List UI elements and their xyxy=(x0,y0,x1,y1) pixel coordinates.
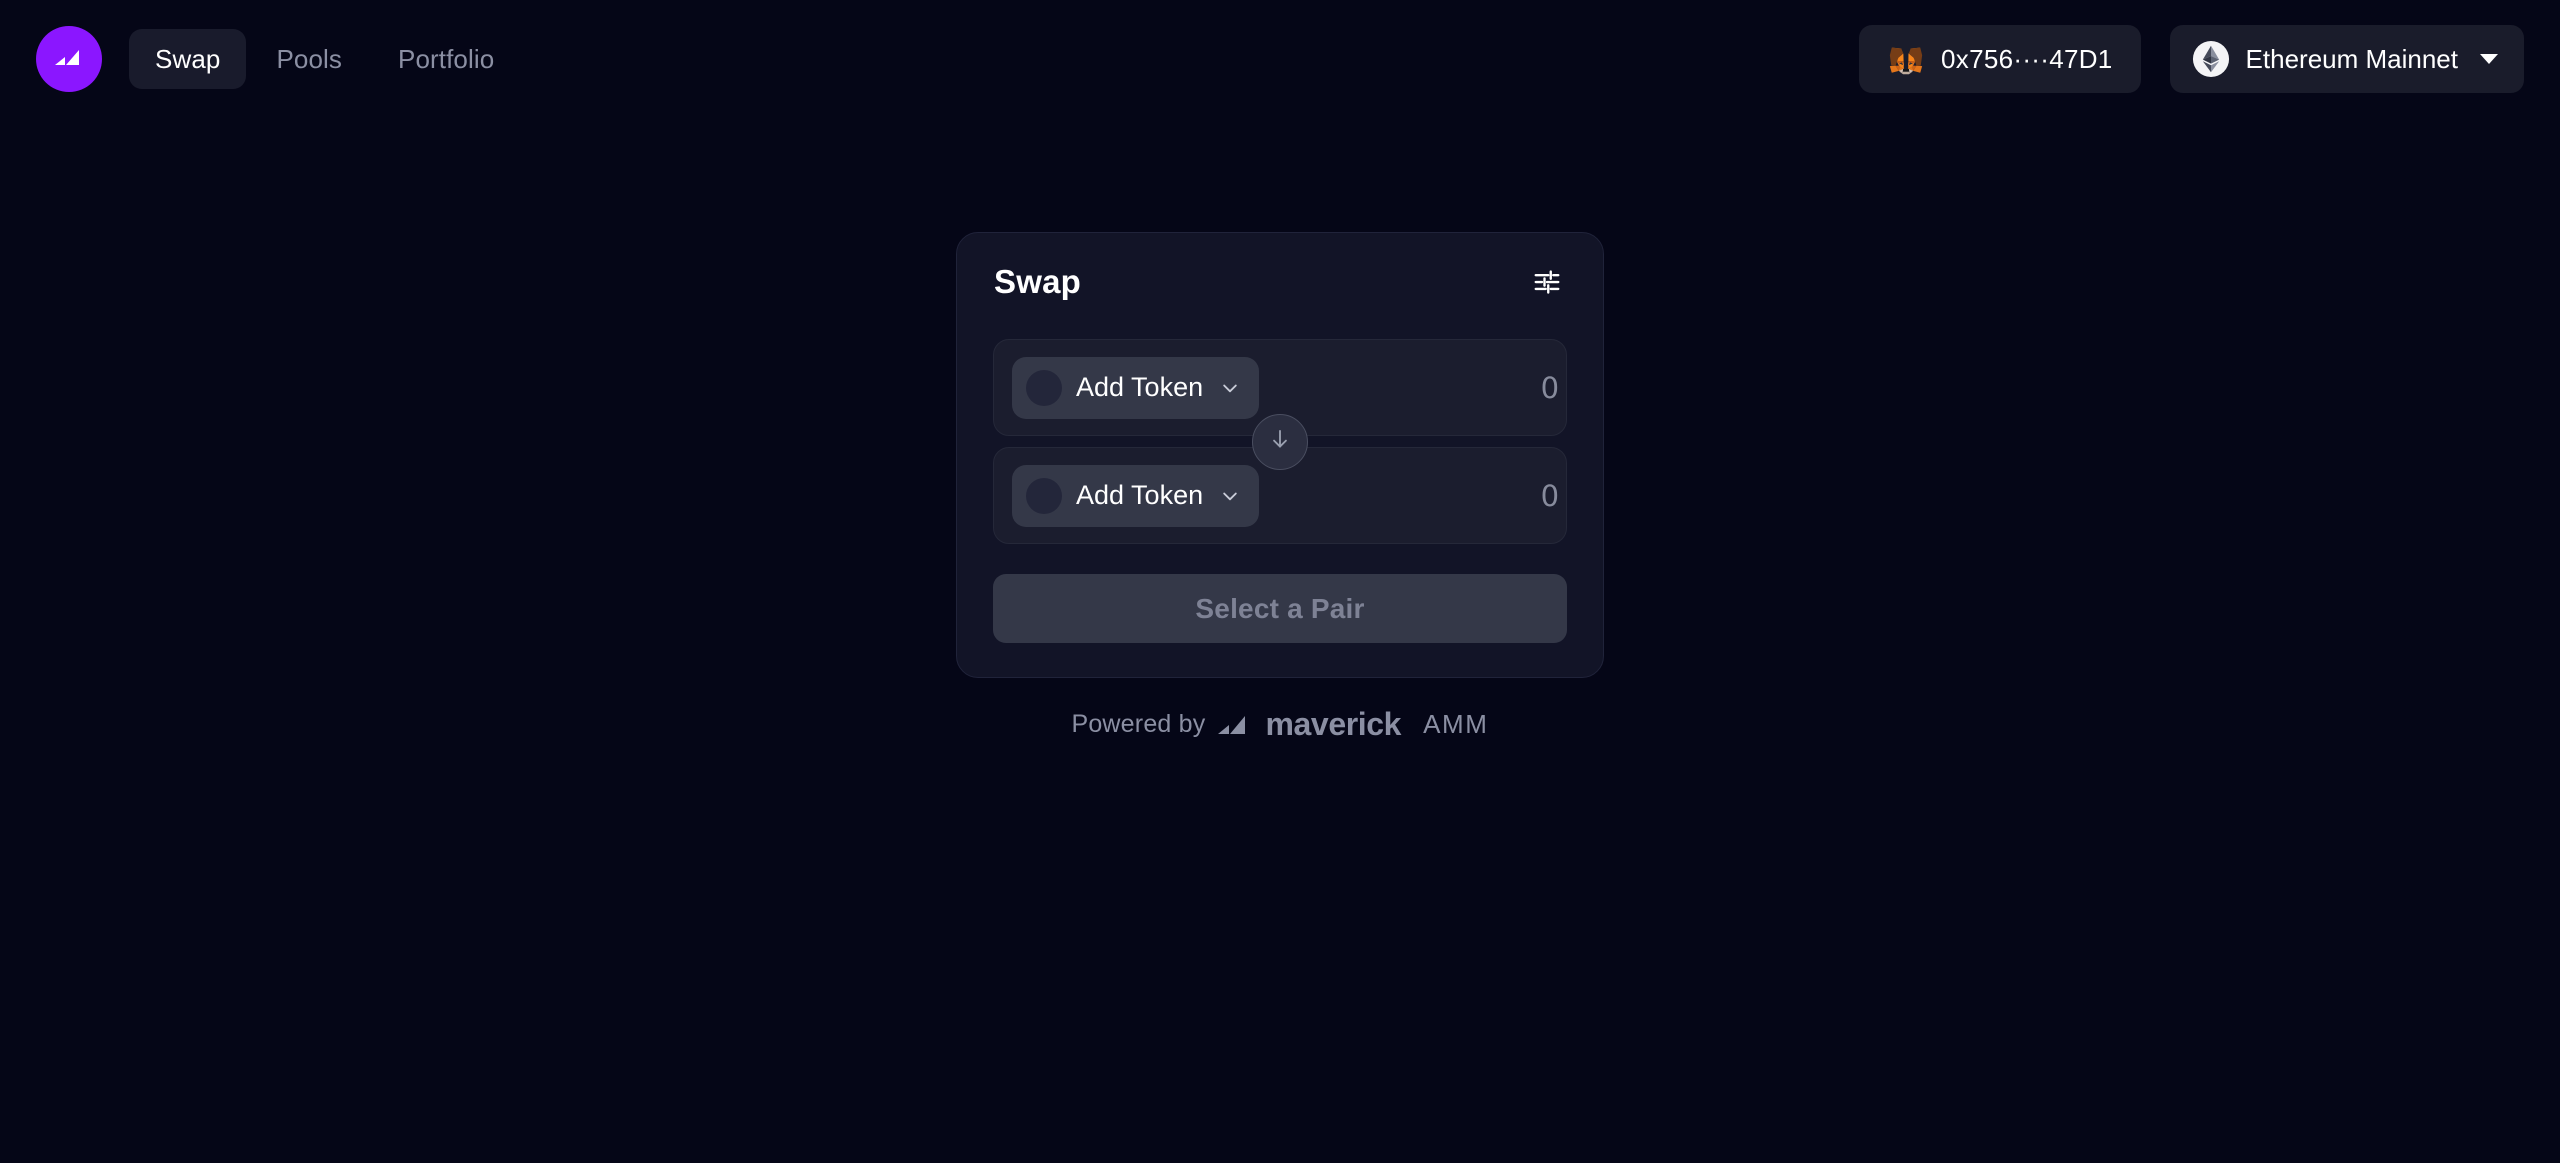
powered-by-label: Powered by xyxy=(1071,710,1206,738)
token-placeholder-icon xyxy=(1026,369,1062,406)
amount-input-from[interactable] xyxy=(1259,370,1560,405)
swap-card-wrapper: Swap Add Token 0 Add Token 0 Select a Pa… xyxy=(956,232,1604,743)
chevron-down-icon xyxy=(1220,486,1240,506)
main-stage: Swap Add Token 0 Add Token 0 Select a Pa… xyxy=(0,0,2560,1163)
chevron-down-icon xyxy=(1220,378,1240,398)
select-a-pair-button[interactable]: Select a Pair xyxy=(993,574,1567,643)
token-select-from-label: Add Token xyxy=(1076,372,1204,402)
powered-by-footer: Powered by maverick AMM xyxy=(956,706,1604,743)
token-select-to-label: Add Token xyxy=(1076,480,1204,510)
arrow-down-icon xyxy=(1267,426,1293,457)
swap-card: Swap Add Token 0 Add Token 0 Select a Pa… xyxy=(956,232,1604,678)
page-title: Swap xyxy=(994,263,1081,300)
token-placeholder-icon xyxy=(1026,477,1062,514)
amount-input-to[interactable] xyxy=(1259,478,1560,513)
token-select-to-button[interactable]: Add Token xyxy=(1012,464,1260,527)
maverick-brand-label: maverick xyxy=(1265,706,1402,742)
swap-direction-button[interactable] xyxy=(1252,413,1308,470)
token-rows: Add Token Add Token xyxy=(993,339,1567,544)
amm-label: AMM xyxy=(1423,709,1489,739)
sliders-settings-icon[interactable] xyxy=(1528,263,1566,301)
swap-card-header: Swap xyxy=(993,263,1567,301)
token-select-from-button[interactable]: Add Token xyxy=(1012,356,1260,419)
maverick-mark-icon xyxy=(1217,714,1251,736)
